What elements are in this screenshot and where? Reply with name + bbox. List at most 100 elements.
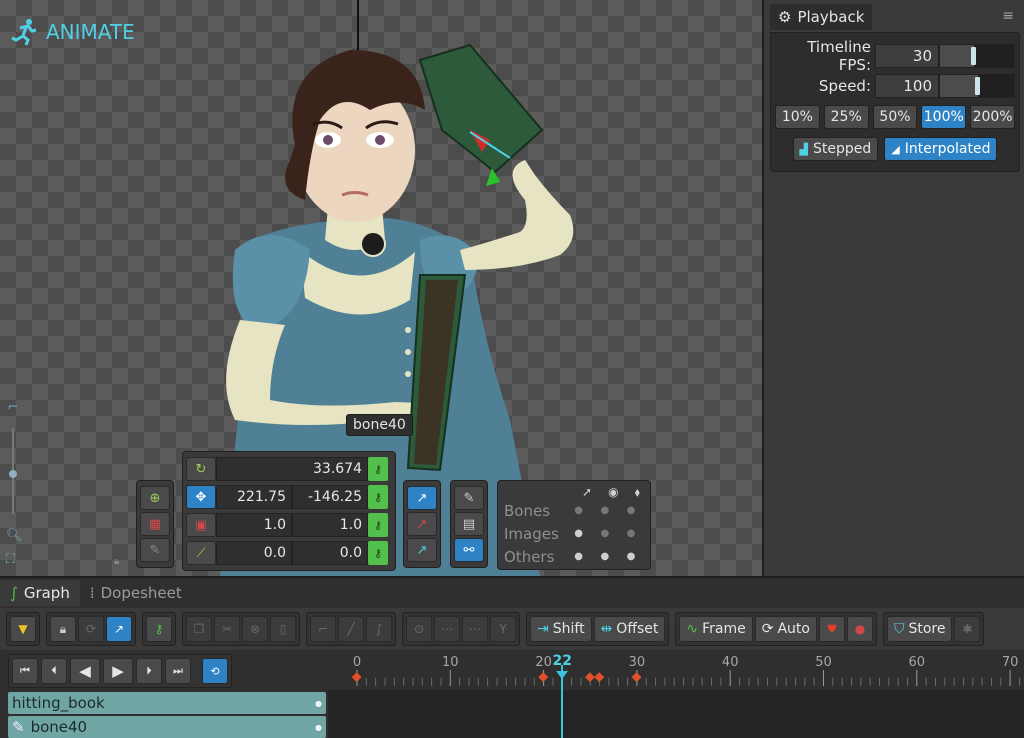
tab-graph[interactable]: ∫ Graph xyxy=(0,580,80,606)
visibility-row-bones: Bones ● ● ● xyxy=(504,499,644,522)
translate-x-value[interactable]: 221.75 xyxy=(216,485,292,509)
fit-view-icon[interactable]: ⛶ xyxy=(6,552,15,567)
shift-button[interactable]: ⇥ Shift xyxy=(530,616,592,642)
clear-store-icon[interactable]: ✱ xyxy=(954,616,981,642)
speed-field[interactable]: 100 xyxy=(875,74,939,98)
zoom-icon[interactable]: 🔍︎ xyxy=(6,528,23,543)
bones-select-toggle[interactable]: ● xyxy=(566,505,592,516)
ruler-tick-label: 30 xyxy=(629,655,646,670)
record-icon[interactable]: ● xyxy=(846,616,873,642)
rotate-key-icon[interactable]: ⚷ xyxy=(368,457,388,481)
speed-preset-25[interactable]: 25% xyxy=(823,105,869,129)
sync-icon[interactable]: ⟳ xyxy=(78,616,104,642)
speed-preset-10[interactable]: 10% xyxy=(775,105,820,129)
bones-names-toggle[interactable]: ● xyxy=(618,505,644,516)
scale-icon[interactable]: ▣ xyxy=(186,513,216,537)
stepped-button[interactable]: ▟ Stepped xyxy=(792,137,879,161)
shear-icon[interactable]: ⟋ xyxy=(186,541,216,565)
constraint-icon[interactable]: ⚯ xyxy=(454,538,484,562)
bezier-curve-icon[interactable]: ∫ xyxy=(366,616,392,642)
others-select-toggle[interactable]: ● xyxy=(566,551,592,562)
bone-compensate-icon[interactable]: ✎ xyxy=(454,486,484,510)
speed-preset-200[interactable]: 200% xyxy=(970,105,1015,129)
translate-y-value[interactable]: -146.25 xyxy=(292,485,368,509)
others-names-toggle[interactable]: ● xyxy=(618,551,644,562)
frame-icon[interactable]: ⌐ xyxy=(4,398,22,416)
visibility-label: Bones xyxy=(504,501,551,520)
translate-key-icon[interactable]: ⚷ xyxy=(368,485,388,509)
interpolated-icon: ◢ xyxy=(891,142,900,156)
local-axes-icon[interactable]: ↗ xyxy=(407,486,437,510)
panel-menu-icon[interactable]: ≡ xyxy=(1002,8,1014,24)
scale-key-icon[interactable]: ⚷ xyxy=(368,513,388,537)
images-visible-toggle[interactable]: ● xyxy=(592,528,618,539)
bones-visible-toggle[interactable]: ● xyxy=(592,505,618,516)
previous-key-icon[interactable]: ⏴ xyxy=(41,658,67,684)
play-reverse-icon[interactable]: ◀ xyxy=(70,658,100,684)
playhead[interactable] xyxy=(561,665,564,738)
last-frame-icon[interactable]: ⏭ xyxy=(165,658,191,684)
key-icon[interactable]: ⚷ xyxy=(146,616,172,642)
scale-y-value[interactable]: 1.0 xyxy=(292,513,368,537)
linear-curve-icon[interactable]: ╱ xyxy=(338,616,364,642)
axes-filter-icon[interactable]: ↗ xyxy=(106,616,132,642)
play-icon[interactable]: ▶ xyxy=(103,658,133,684)
translate-icon[interactable]: ✥ xyxy=(186,485,216,509)
translate-row: ✥ 221.75 -146.25 ⚷ xyxy=(186,483,392,511)
lock-icon[interactable]: 🔒︎ xyxy=(50,616,76,642)
images-names-toggle[interactable]: ● xyxy=(618,528,644,539)
keyframe-marker xyxy=(351,672,362,683)
shear-x-value[interactable]: 0.0 xyxy=(216,541,292,565)
interpolated-button[interactable]: ◢ Interpolated xyxy=(884,137,998,161)
fps-slider[interactable] xyxy=(939,44,1015,68)
create-bone-icon[interactable]: ✎ xyxy=(140,538,170,562)
tab-dopesheet[interactable]: ⁞ Dopesheet xyxy=(80,580,192,606)
store-button[interactable]: ⛉ Store xyxy=(886,616,953,642)
offset-button[interactable]: ⇹ Offset xyxy=(593,616,666,642)
flat-handle-icon[interactable]: ⋯ xyxy=(434,616,460,642)
rotate-value[interactable]: 33.674 xyxy=(216,457,368,481)
frame-button[interactable]: ∿ Frame xyxy=(679,616,753,642)
auto-handle-icon[interactable]: ⊙ xyxy=(406,616,432,642)
image-compensate-icon[interactable]: ▤ xyxy=(454,512,484,536)
stepped-curve-icon[interactable]: ⌐ xyxy=(310,616,336,642)
timeline-ruler[interactable]: 0 10 20 30 40 50 60 70 22 xyxy=(330,653,1024,690)
fps-field[interactable]: 30 xyxy=(875,44,939,68)
heart-icon[interactable]: ♥ xyxy=(818,616,845,642)
speed-preset-50[interactable]: 50% xyxy=(872,105,918,129)
track-bone40[interactable]: ✎ bone40 ● xyxy=(8,716,326,738)
interpolation-modes: ▟ Stepped ◢ Interpolated xyxy=(775,137,1015,161)
images-select-toggle[interactable]: ● xyxy=(566,528,592,539)
pose-target-icon[interactable]: ⊕ xyxy=(140,486,170,510)
first-frame-icon[interactable]: ⏮ xyxy=(12,658,38,684)
delete-icon[interactable]: ⊗ xyxy=(242,616,268,642)
tab-playback[interactable]: ⚙ Playback xyxy=(770,4,873,30)
shear-y-value[interactable]: 0.0 xyxy=(292,541,368,565)
scale-x-value[interactable]: 1.0 xyxy=(216,513,292,537)
align-handle-icon[interactable]: ⋯ xyxy=(462,616,488,642)
next-key-icon[interactable]: ⏵ xyxy=(136,658,162,684)
parent-axes-icon[interactable]: ↗ xyxy=(407,512,437,536)
filter-icon[interactable]: ▼ xyxy=(10,616,36,642)
shear-key-icon[interactable]: ⚷ xyxy=(368,541,388,565)
loop-icon[interactable]: ⟲ xyxy=(202,658,228,684)
free-handle-icon[interactable]: Y xyxy=(490,616,516,642)
track-hitting-book[interactable]: hitting_book ● xyxy=(8,692,326,714)
speed-preset-100[interactable]: 100% xyxy=(921,105,967,129)
speed-slider[interactable] xyxy=(939,74,1015,98)
copy-icon[interactable]: ❐ xyxy=(186,616,212,642)
others-visible-toggle[interactable]: ● xyxy=(592,551,618,562)
world-axes-icon[interactable]: ↗ xyxy=(407,538,437,562)
frame-icon: ∿ xyxy=(686,621,699,637)
viewport[interactable]: ANIMATE ⌐ 🔍︎ ⛶ 🔒︎ bone40 ⊕ ▦ ✎ ↻ 33.674 … xyxy=(0,0,762,576)
fps-slider-thumb[interactable] xyxy=(971,47,977,65)
track-area[interactable] xyxy=(328,690,1024,738)
rotate-icon[interactable]: ↻ xyxy=(186,457,216,481)
zoom-slider-knob[interactable] xyxy=(9,470,17,478)
speed-slider-thumb[interactable] xyxy=(975,77,980,95)
weights-icon[interactable]: ▦ xyxy=(140,512,170,536)
lock-icon[interactable]: 🔒︎ xyxy=(114,556,119,567)
paste-icon[interactable]: ▯ xyxy=(270,616,296,642)
auto-button[interactable]: ⟳ Auto xyxy=(754,616,817,642)
cut-icon[interactable]: ✂ xyxy=(214,616,240,642)
